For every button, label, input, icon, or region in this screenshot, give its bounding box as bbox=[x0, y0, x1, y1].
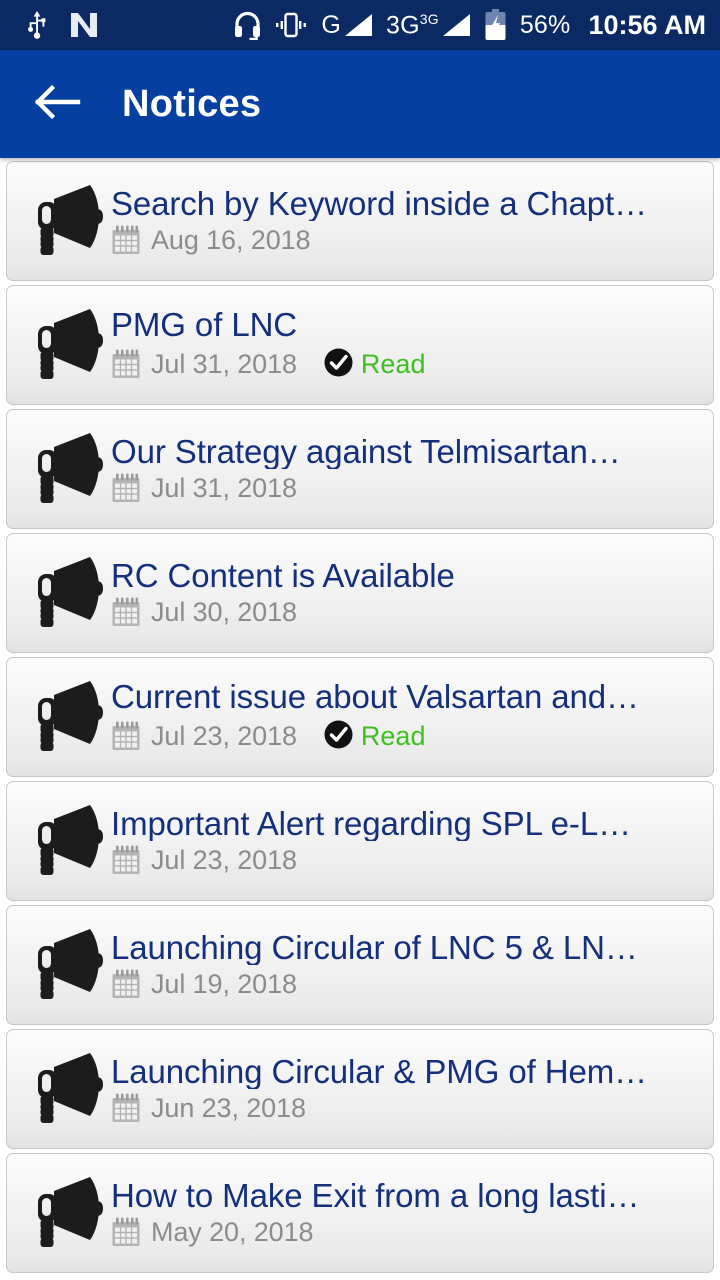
megaphone-icon bbox=[21, 1175, 107, 1251]
notice-list-item-3[interactable]: RC Content is Available Jul 30, 2018 bbox=[6, 533, 714, 653]
notice-meta: Jun 23, 2018 bbox=[111, 1093, 703, 1124]
status-bar-right-icons: G 3G3G 56% 10:56 AM bbox=[234, 9, 706, 41]
usb-icon bbox=[26, 10, 48, 40]
nfc-icon bbox=[70, 12, 98, 38]
notice-content: PMG of LNC Jul 31, 2018 Read bbox=[107, 307, 703, 383]
notice-content: Important Alert regarding SPL e-L… Jul 2… bbox=[107, 806, 703, 877]
notice-date: May 20, 2018 bbox=[151, 1217, 314, 1248]
notice-meta: Aug 16, 2018 bbox=[111, 225, 703, 256]
notice-meta: Jul 19, 2018 bbox=[111, 969, 703, 1000]
check-circle-icon bbox=[323, 719, 354, 755]
notice-date: Jul 31, 2018 bbox=[151, 473, 297, 504]
network-superscript-label: 3G bbox=[419, 10, 439, 27]
megaphone-icon bbox=[21, 803, 107, 879]
read-status-badge: Read bbox=[323, 347, 426, 383]
notice-list-item-4[interactable]: Current issue about Valsartan and… Jul 2… bbox=[6, 657, 714, 777]
notice-meta: Jul 30, 2018 bbox=[111, 597, 703, 628]
calendar-icon bbox=[111, 473, 141, 504]
calendar-icon bbox=[111, 597, 141, 628]
notice-list-item-5[interactable]: Important Alert regarding SPL e-L… Jul 2… bbox=[6, 781, 714, 901]
notice-content: Search by Keyword inside a Chapt… Aug 16… bbox=[107, 186, 703, 257]
network-type-label-3g: 3G3G bbox=[385, 10, 439, 40]
calendar-icon bbox=[111, 721, 141, 752]
check-circle-icon bbox=[323, 347, 354, 383]
calendar-icon bbox=[111, 1217, 141, 1248]
notice-list-item-6[interactable]: Launching Circular of LNC 5 & LN… Jul 19… bbox=[6, 905, 714, 1025]
read-status-badge: Read bbox=[323, 719, 426, 755]
notice-title: Search by Keyword inside a Chapt… bbox=[111, 185, 647, 222]
megaphone-icon bbox=[21, 679, 107, 755]
headset-icon bbox=[234, 10, 261, 40]
notice-meta: Jul 31, 2018 bbox=[111, 473, 703, 504]
notice-title: How to Make Exit from a long lasti… bbox=[111, 1177, 640, 1214]
notice-content: How to Make Exit from a long lasti… May … bbox=[107, 1178, 703, 1249]
status-bar-clock: 10:56 AM bbox=[588, 9, 706, 40]
notice-list-item-7[interactable]: Launching Circular & PMG of Hem… Jun 23,… bbox=[6, 1029, 714, 1149]
calendar-icon bbox=[111, 1093, 141, 1124]
status-bar-left-icons bbox=[26, 10, 98, 40]
notice-meta: May 20, 2018 bbox=[111, 1217, 703, 1248]
notice-content: RC Content is Available Jul 30, 2018 bbox=[107, 558, 703, 629]
notice-content: Our Strategy against Telmisartan… Jul 31… bbox=[107, 434, 703, 505]
megaphone-icon bbox=[21, 1051, 107, 1127]
vibrate-icon bbox=[274, 11, 308, 39]
notice-list-item-2[interactable]: Our Strategy against Telmisartan… Jul 31… bbox=[6, 409, 714, 529]
signal-triangle-icon-1 bbox=[343, 12, 373, 38]
notice-list-item-0[interactable]: Search by Keyword inside a Chapt… Aug 16… bbox=[6, 161, 714, 281]
read-status-label: Read bbox=[360, 721, 426, 752]
megaphone-icon bbox=[21, 555, 107, 631]
notice-date: Jul 23, 2018 bbox=[151, 845, 297, 876]
calendar-icon bbox=[111, 225, 141, 256]
megaphone-icon bbox=[21, 307, 107, 383]
page-title: Notices bbox=[122, 82, 262, 125]
megaphone-icon bbox=[21, 927, 107, 1003]
notice-content: Current issue about Valsartan and… Jul 2… bbox=[107, 679, 703, 755]
notice-title: Important Alert regarding SPL e-L… bbox=[111, 805, 631, 842]
notice-list[interactable]: Search by Keyword inside a Chapt… Aug 16… bbox=[0, 158, 720, 1273]
notice-content: Launching Circular of LNC 5 & LN… Jul 19… bbox=[107, 930, 703, 1001]
notice-list-item-1[interactable]: PMG of LNC Jul 31, 2018 Read bbox=[6, 285, 714, 405]
signal-triangle-icon-2 bbox=[441, 12, 471, 38]
notice-date: Jul 23, 2018 bbox=[151, 721, 297, 752]
arrow-left-icon bbox=[34, 84, 81, 124]
calendar-icon bbox=[111, 349, 141, 380]
megaphone-icon bbox=[21, 183, 107, 259]
battery-percent-label: 56% bbox=[519, 10, 571, 39]
notice-date: Jul 30, 2018 bbox=[151, 597, 297, 628]
read-status-label: Read bbox=[360, 349, 426, 380]
calendar-icon bbox=[111, 969, 141, 1000]
network-type-label-g: G bbox=[321, 11, 341, 39]
notice-title: Launching Circular of LNC 5 & LN… bbox=[111, 929, 638, 966]
notice-meta: Jul 23, 2018 Read bbox=[111, 719, 703, 755]
back-button[interactable] bbox=[32, 78, 84, 130]
notice-content: Launching Circular & PMG of Hem… Jun 23,… bbox=[107, 1054, 703, 1125]
app-bar: Notices bbox=[0, 50, 720, 158]
notice-list-item-8[interactable]: How to Make Exit from a long lasti… May … bbox=[6, 1153, 714, 1273]
notice-title: RC Content is Available bbox=[111, 557, 455, 594]
notice-title: Current issue about Valsartan and… bbox=[111, 679, 639, 715]
battery-charging-icon bbox=[484, 9, 507, 41]
notice-date: Aug 16, 2018 bbox=[151, 225, 311, 256]
calendar-icon bbox=[111, 845, 141, 876]
notice-title: PMG of LNC bbox=[111, 307, 298, 343]
megaphone-icon bbox=[21, 431, 107, 507]
network-indicator-g: G bbox=[321, 12, 373, 38]
notice-date: Jul 31, 2018 bbox=[151, 349, 297, 380]
notice-title: Launching Circular & PMG of Hem… bbox=[111, 1053, 647, 1090]
notice-date: Jul 19, 2018 bbox=[151, 969, 297, 1000]
notice-meta: Jul 31, 2018 Read bbox=[111, 347, 703, 383]
notice-date: Jun 23, 2018 bbox=[151, 1093, 306, 1124]
status-bar: G 3G3G 56% 10:56 AM bbox=[0, 0, 720, 50]
notice-meta: Jul 23, 2018 bbox=[111, 845, 703, 876]
network-indicator-3g: 3G3G bbox=[386, 12, 471, 38]
notice-title: Our Strategy against Telmisartan… bbox=[111, 433, 621, 470]
